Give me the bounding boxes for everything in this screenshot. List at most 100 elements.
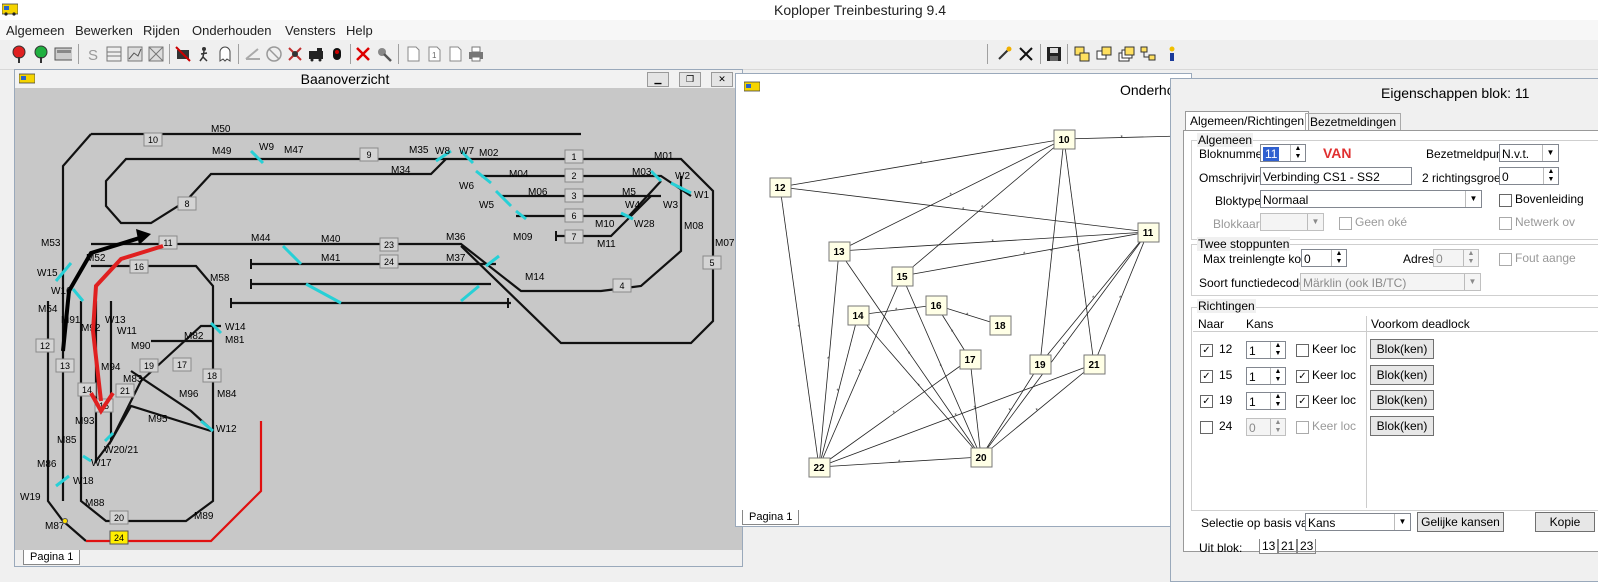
- direction-checkbox[interactable]: [1200, 420, 1213, 434]
- keer-loc-checkbox[interactable]: [1296, 344, 1309, 357]
- page-icon[interactable]: [404, 45, 422, 63]
- tab-bezetmeldingen[interactable]: Bezetmeldingen: [1305, 113, 1402, 131]
- chart-icon[interactable]: [126, 45, 144, 63]
- menu-help[interactable]: Help: [346, 23, 373, 38]
- graph-node[interactable]: 21: [1083, 354, 1106, 375]
- keer-loc-checkbox[interactable]: ✓: [1296, 395, 1309, 408]
- spin-arrows-icon[interactable]: ▲ ▼: [1543, 168, 1558, 184]
- graph-node[interactable]: 15: [891, 266, 914, 287]
- restore-button[interactable]: ❐: [679, 72, 701, 87]
- keer-loc-checkbox[interactable]: [1296, 420, 1309, 434]
- tool-icon[interactable]: [375, 45, 393, 63]
- track-block[interactable]: 18: [202, 368, 222, 383]
- graph-node[interactable]: 19: [1029, 354, 1052, 375]
- walker-icon[interactable]: [195, 45, 213, 63]
- tree-icon[interactable]: [1139, 45, 1157, 63]
- richtingsgroep-field[interactable]: 0 ▲ ▼: [1499, 167, 1559, 185]
- track-block[interactable]: 3: [564, 188, 584, 203]
- graph-node[interactable]: 14: [847, 305, 870, 326]
- graph-node[interactable]: 11: [1137, 222, 1160, 243]
- print-icon[interactable]: [467, 45, 485, 63]
- menu-vensters[interactable]: Vensters: [285, 23, 336, 38]
- signal-green-icon[interactable]: [32, 45, 50, 63]
- star-icon[interactable]: [995, 45, 1013, 63]
- blokken-button[interactable]: Blok(ken): [1370, 364, 1434, 385]
- menu-algemeen[interactable]: Algemeen: [6, 23, 65, 38]
- blokken-button[interactable]: Blok(ken): [1370, 339, 1434, 359]
- menu-onderhouden[interactable]: Onderhouden: [192, 23, 272, 38]
- selectie-select[interactable]: Kans ▼: [1305, 513, 1411, 531]
- track-block[interactable]: 8: [177, 196, 197, 211]
- table-icon[interactable]: [105, 45, 123, 63]
- menu-rijden[interactable]: Rijden: [143, 23, 180, 38]
- tab-algemeen-richtingen[interactable]: Algemeen/Richtingen: [1185, 111, 1310, 131]
- block-graph-canvas[interactable]: ****************************101211131516…: [736, 104, 1191, 514]
- locomotive-panel-icon[interactable]: [54, 45, 72, 63]
- uit-blok-tab-13[interactable]: 13: [1259, 539, 1279, 554]
- track-block[interactable]: 23: [379, 237, 399, 252]
- track-block[interactable]: 7: [564, 229, 584, 244]
- fout-checkbox[interactable]: [1499, 253, 1512, 266]
- tab-pagina-1[interactable]: Pagina 1: [742, 510, 800, 525]
- close-x-icon[interactable]: [1017, 45, 1035, 63]
- track-layout-canvas[interactable]: 109 12386711 232416451213 19 17181415212024 …: [15, 88, 742, 550]
- no-train-icon[interactable]: [174, 45, 192, 63]
- spin-arrows-icon[interactable]: ▲ ▼: [1331, 250, 1346, 266]
- netwerk-checkbox[interactable]: [1499, 217, 1512, 230]
- omschrijving-field[interactable]: Verbinding CS1 - SS2: [1260, 167, 1412, 185]
- grid-icon[interactable]: [147, 45, 165, 63]
- gelijke-kansen-button[interactable]: Gelijke kansen: [1417, 512, 1504, 532]
- track-block[interactable]: 1: [564, 149, 584, 164]
- geen-oke-checkbox[interactable]: [1339, 217, 1352, 230]
- bovenleiding-checkbox[interactable]: [1499, 194, 1512, 207]
- graph-node[interactable]: 20: [970, 447, 993, 468]
- blokken-button[interactable]: Blok(ken): [1370, 390, 1434, 410]
- track-block[interactable]: 24: [379, 254, 399, 269]
- direction-checkbox[interactable]: ✓: [1200, 344, 1213, 357]
- spin-arrows-icon[interactable]: ▲ ▼: [1270, 418, 1285, 435]
- track-block[interactable]: 21: [115, 383, 135, 398]
- keer-loc-checkbox[interactable]: ✓: [1296, 369, 1309, 383]
- turnout-icon[interactable]: [244, 45, 262, 63]
- track-block[interactable]: 4: [612, 278, 632, 293]
- spin-arrows-icon[interactable]: ▲ ▼: [1270, 342, 1285, 358]
- graph-node[interactable]: 13: [828, 241, 851, 262]
- train-icon[interactable]: [307, 45, 325, 63]
- track-block[interactable]: 12: [35, 338, 55, 353]
- direction-checkbox[interactable]: ✓: [1200, 369, 1213, 383]
- menu-bewerken[interactable]: Bewerken: [75, 23, 133, 38]
- track-block[interactable]: 10: [143, 132, 163, 147]
- no-entry-icon[interactable]: [265, 45, 283, 63]
- uit-blok-tab-23[interactable]: 23: [1297, 539, 1317, 554]
- kans-field[interactable]: 1 ▲ ▼: [1246, 341, 1286, 359]
- kans-field[interactable]: 1 ▲ ▼: [1246, 392, 1286, 410]
- cancel-icon[interactable]: [354, 45, 372, 63]
- kans-field[interactable]: 1 ▲ ▼: [1246, 366, 1286, 385]
- soort-functiedecoder-select[interactable]: Märklin (ook IB/TC) ▼: [1300, 273, 1481, 291]
- close-button[interactable]: ✕: [711, 72, 733, 87]
- spin-arrows-icon[interactable]: ▲ ▼: [1463, 250, 1478, 266]
- track-block[interactable]: 20: [109, 510, 129, 525]
- graph-node[interactable]: 18: [989, 315, 1012, 336]
- adres-field[interactable]: 0 ▲ ▼: [1433, 249, 1479, 267]
- graph-node[interactable]: 16: [925, 295, 948, 316]
- max-treinlengte-field[interactable]: 0 ▲ ▼: [1301, 249, 1347, 267]
- graph-node[interactable]: 22: [808, 457, 831, 478]
- track-block[interactable]: 6: [564, 208, 584, 223]
- bloknummer-field[interactable]: 11 ▲ ▼: [1260, 144, 1306, 162]
- info-icon[interactable]: [1163, 45, 1181, 63]
- stop-icon[interactable]: [328, 45, 346, 63]
- spin-arrows-icon[interactable]: ▲ ▼: [1270, 367, 1285, 384]
- page-1-icon[interactable]: 1: [425, 45, 443, 63]
- track-block[interactable]: 13: [55, 358, 75, 373]
- window-tile-icon[interactable]: [1095, 45, 1113, 63]
- minimize-button[interactable]: ▁: [647, 72, 669, 87]
- track-block[interactable]: 19: [139, 358, 159, 373]
- tab-pagina-1[interactable]: Pagina 1: [23, 550, 81, 565]
- track-block[interactable]: 17: [172, 357, 192, 372]
- graph-node[interactable]: 12: [769, 177, 792, 198]
- uit-blok-tab-21[interactable]: 21: [1278, 539, 1298, 554]
- graph-node[interactable]: 10: [1053, 129, 1076, 150]
- window-cascade-icon[interactable]: [1073, 45, 1091, 63]
- bloktype-select[interactable]: Normaal ▼: [1260, 190, 1482, 208]
